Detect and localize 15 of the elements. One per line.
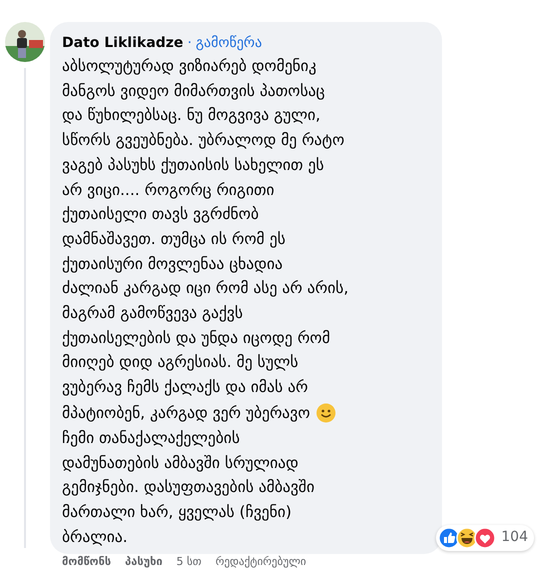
separator-dot: · [187,34,192,52]
edited-label: რედაქტირებული [215,554,306,569]
avatar[interactable] [5,22,45,62]
like-link[interactable]: მომწონს [62,554,112,569]
smiley-icon [316,402,336,423]
author-name[interactable]: Dato Liklikadze [62,34,184,52]
follow-link[interactable]: გამოწერა [196,34,262,52]
reaction-count: 104 [501,528,528,548]
thumbs-up-icon [438,526,460,549]
laughing-face-icon [456,526,478,549]
reaction-summary[interactable]: 104 [436,524,534,551]
timestamp: 5 სთ [176,554,202,569]
reply-link[interactable]: პასუხი [125,554,162,569]
comment-text: ჩემი თანაქალაქელების დამუნათების ამბავში სრულიად გემიჯნები. დასუფთავების ამბავში მართალი ხარ, ყველას (ჩვენი) ბრალია. [62,428,314,548]
comment-text: მპატიობენ, კარგად ვერ უბერავო [62,402,310,424]
